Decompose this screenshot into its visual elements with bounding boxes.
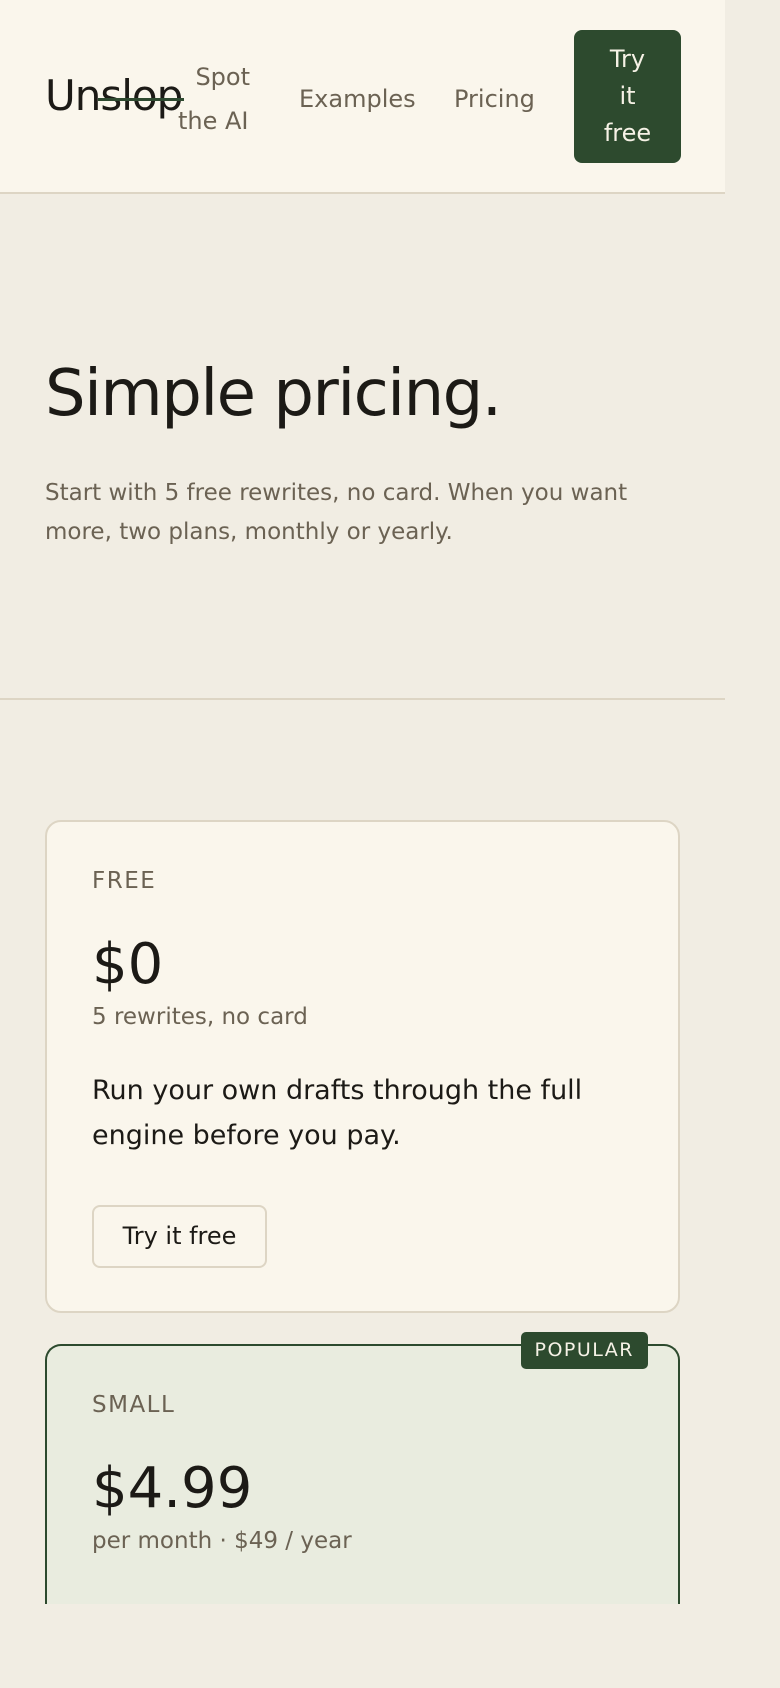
try-it-free-header-button[interactable]: Try it free [574, 30, 681, 163]
hero-section: Simple pricing. Start with 5 free rewrit… [0, 194, 725, 700]
logo[interactable]: Unslop [45, 71, 185, 120]
cta-line-3: free [603, 119, 652, 147]
plan-price-note: per month · $49 / year [92, 1528, 352, 1554]
page-title: Simple pricing. [45, 357, 502, 431]
plan-tier-label: SMALL [92, 1392, 176, 1418]
nav-spot-line2: the AI [178, 107, 249, 135]
plan-price-note: 5 rewrites, no card [92, 1004, 308, 1030]
cta-line-2: it [619, 82, 636, 110]
cta-line-1: Try [609, 45, 646, 73]
nav-pricing[interactable]: Pricing [454, 77, 535, 121]
logo-prefix: Un [45, 71, 101, 120]
plan-card-small: POPULAR SMALL $4.99 per month · $49 / ye… [45, 1332, 680, 1604]
page-subtitle: Start with 5 free rewrites, no card. Whe… [45, 480, 628, 545]
site-header: Unslop Spot the AI Examples Pricing Try … [0, 0, 725, 194]
plan-card-free: FREE $0 5 rewrites, no card Run your own… [45, 820, 680, 1313]
nav-examples[interactable]: Examples [299, 77, 416, 121]
nav-spot-the-ai[interactable]: Spot the AI [178, 55, 258, 143]
logo-struck-text: slop [98, 71, 185, 120]
popular-badge: POPULAR [520, 1332, 648, 1369]
plan-tier-label: FREE [92, 868, 157, 894]
plan-price: $0 [92, 932, 164, 997]
pricing-plans: FREE $0 5 rewrites, no card Run your own… [0, 700, 725, 1604]
try-it-free-button[interactable]: Try it free [92, 1205, 267, 1268]
plan-price: $4.99 [92, 1456, 253, 1521]
plan-description: Run your own drafts through the full eng… [92, 1075, 583, 1151]
nav-spot-line1: Spot [195, 63, 250, 91]
